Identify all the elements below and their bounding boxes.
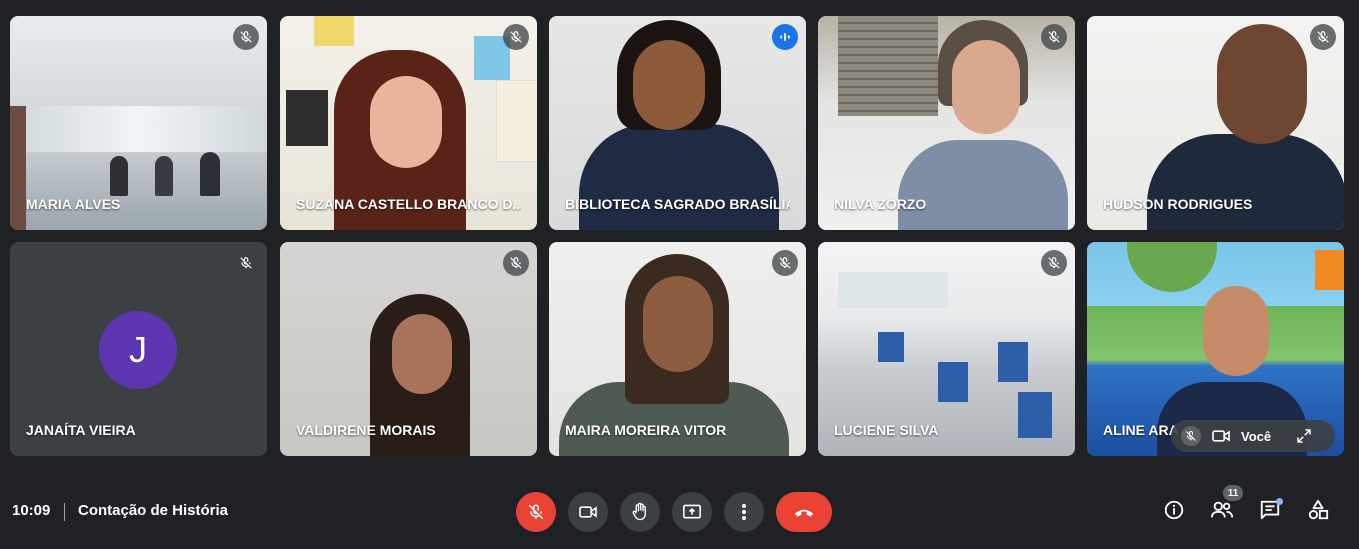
chair	[1018, 392, 1052, 438]
present-icon[interactable]	[672, 492, 712, 532]
window-band	[10, 106, 267, 152]
participant-tile[interactable]: MAIRA MOREIRA VITOR	[549, 242, 806, 456]
participant-name: MARIA ALVES	[26, 196, 121, 212]
self-label: Você	[1241, 428, 1272, 444]
self-view-tile[interactable]: ALINE ARA Você	[1087, 242, 1344, 456]
wall-poster	[286, 90, 328, 146]
participant-tile[interactable]: J JANAÍTA VIEIRA	[10, 242, 267, 456]
person-face	[643, 276, 713, 372]
mic-off-icon[interactable]	[516, 492, 556, 532]
participant-name: HUDSON RODRIGUES	[1103, 196, 1253, 212]
avatar: J	[99, 311, 177, 389]
participant-count-badge: 11	[1223, 485, 1243, 501]
end-call-icon[interactable]	[776, 492, 832, 532]
figure	[155, 156, 173, 196]
more-icon[interactable]	[724, 492, 764, 532]
participant-name: NILVA ZORZO	[834, 196, 927, 212]
participant-tile[interactable]: HUDSON RODRIGUES	[1087, 16, 1344, 230]
mic-off-icon	[233, 24, 259, 50]
mic-off-icon	[1310, 24, 1336, 50]
person-face	[633, 40, 705, 130]
wall-poster	[496, 80, 537, 162]
meeting-title: Contação de História	[78, 502, 229, 519]
participant-name: BIBLIOTECA SAGRADO BRASÍLIA	[565, 196, 790, 212]
figure	[110, 156, 128, 196]
raise-hand-icon[interactable]	[620, 492, 660, 532]
camera-icon[interactable]	[568, 492, 608, 532]
mic-off-icon	[503, 24, 529, 50]
participant-tile[interactable]: NILVA ZORZO	[818, 16, 1075, 230]
participant-name: MAIRA MOREIRA VITOR	[565, 422, 727, 438]
participant-tile[interactable]: MARIA ALVES	[10, 16, 267, 230]
participant-grid: MARIA ALVES SUZANA CASTELLO BRANCO D... …	[0, 0, 1359, 470]
call-controls-bar: 10:09 Contação de História 11	[0, 478, 1359, 546]
participant-tile[interactable]: SUZANA CASTELLO BRANCO D...	[280, 16, 537, 230]
window-blinds	[838, 16, 938, 116]
person-face	[392, 314, 452, 394]
unread-dot	[1276, 498, 1283, 505]
person-face	[1203, 286, 1269, 376]
chair	[938, 362, 968, 402]
participant-name: VALDIRENE MORAIS	[296, 422, 436, 438]
mic-off-icon	[233, 250, 259, 276]
participant-name: LUCIENE SILVA	[834, 422, 939, 438]
wall-poster	[314, 16, 354, 46]
participant-tile[interactable]: VALDIRENE MORAIS	[280, 242, 537, 456]
person-face	[1217, 24, 1307, 144]
chair	[878, 332, 904, 362]
fullscreen-icon[interactable]	[1295, 427, 1313, 445]
mural-sun	[1315, 250, 1344, 290]
speaking-indicator-icon	[772, 24, 798, 50]
mic-off-icon[interactable]	[1181, 426, 1201, 446]
mic-off-icon	[1041, 24, 1067, 50]
window-band	[838, 272, 948, 308]
person-body	[1147, 134, 1344, 230]
participant-tile[interactable]: LUCIENE SILVA	[818, 242, 1075, 456]
mic-off-icon	[1041, 250, 1067, 276]
info-icon[interactable]	[1160, 496, 1188, 524]
participant-name: JANAÍTA VIEIRA	[26, 422, 136, 438]
self-view-controls: Você	[1171, 420, 1335, 452]
mic-off-icon	[503, 250, 529, 276]
person-face	[370, 76, 442, 168]
figure	[10, 106, 26, 230]
divider	[64, 503, 65, 521]
figure	[200, 152, 220, 196]
activities-icon[interactable]	[1304, 496, 1332, 524]
person-body	[579, 124, 779, 230]
person-body	[898, 140, 1068, 230]
clock: 10:09	[12, 502, 51, 519]
participant-tile-speaking[interactable]: BIBLIOTECA SAGRADO BRASÍLIA	[549, 16, 806, 230]
mic-off-icon	[772, 250, 798, 276]
camera-icon[interactable]	[1211, 428, 1231, 444]
chair	[998, 342, 1028, 382]
person-face	[952, 40, 1020, 134]
participant-name: SUZANA CASTELLO BRANCO D...	[296, 196, 521, 212]
participant-name: ALINE ARA	[1103, 422, 1179, 438]
